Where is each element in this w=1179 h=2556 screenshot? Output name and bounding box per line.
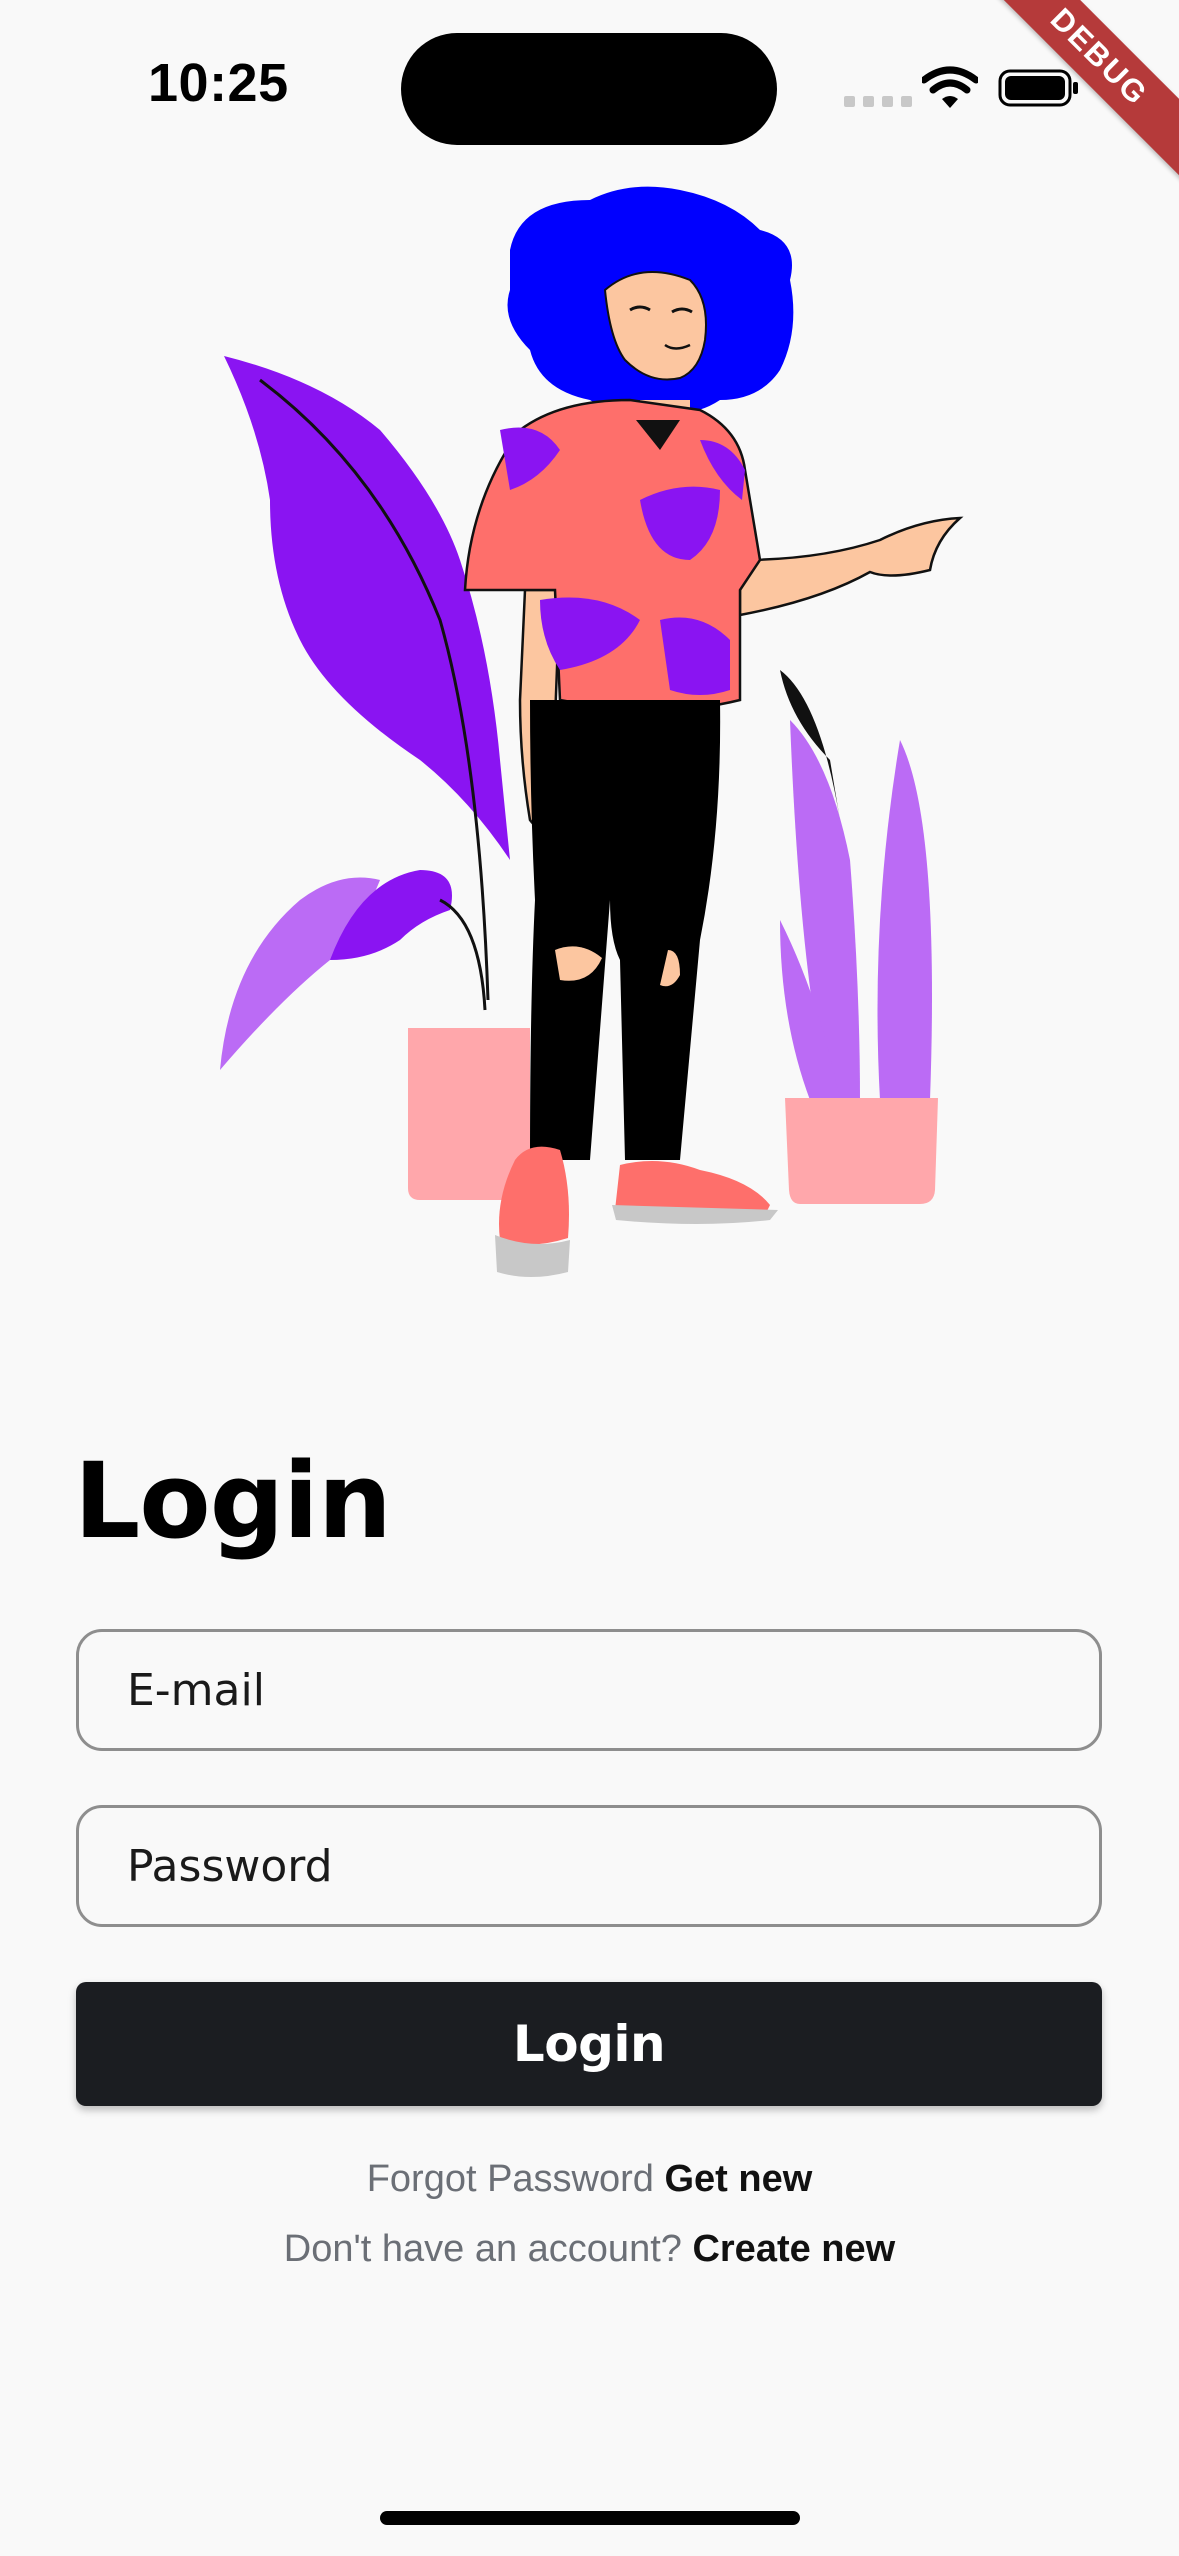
get-new-password-link[interactable]: Get new <box>664 2158 812 2200</box>
forgot-password-row: Forgot Password Get new <box>0 2158 1179 2201</box>
battery-icon <box>998 69 1078 107</box>
email-field[interactable] <box>76 1629 1102 1751</box>
page-title: Login <box>74 1440 392 1562</box>
create-account-link[interactable]: Create new <box>692 2228 895 2270</box>
password-input[interactable] <box>79 1808 1099 1924</box>
person-with-plants-illustration <box>220 186 964 1277</box>
cellular-signal-icon <box>844 96 912 107</box>
wifi-icon <box>922 66 978 108</box>
dynamic-island <box>401 33 777 145</box>
signup-prompt-text: Don't have an account? <box>283 2228 682 2270</box>
password-field[interactable] <box>76 1805 1102 1927</box>
login-button[interactable]: Login <box>76 1982 1102 2106</box>
home-indicator[interactable] <box>380 2511 800 2525</box>
status-time: 10:25 <box>148 53 289 113</box>
forgot-password-text: Forgot Password <box>366 2158 654 2200</box>
signup-row: Don't have an account? Create new <box>0 2228 1179 2271</box>
email-input[interactable] <box>79 1632 1099 1748</box>
